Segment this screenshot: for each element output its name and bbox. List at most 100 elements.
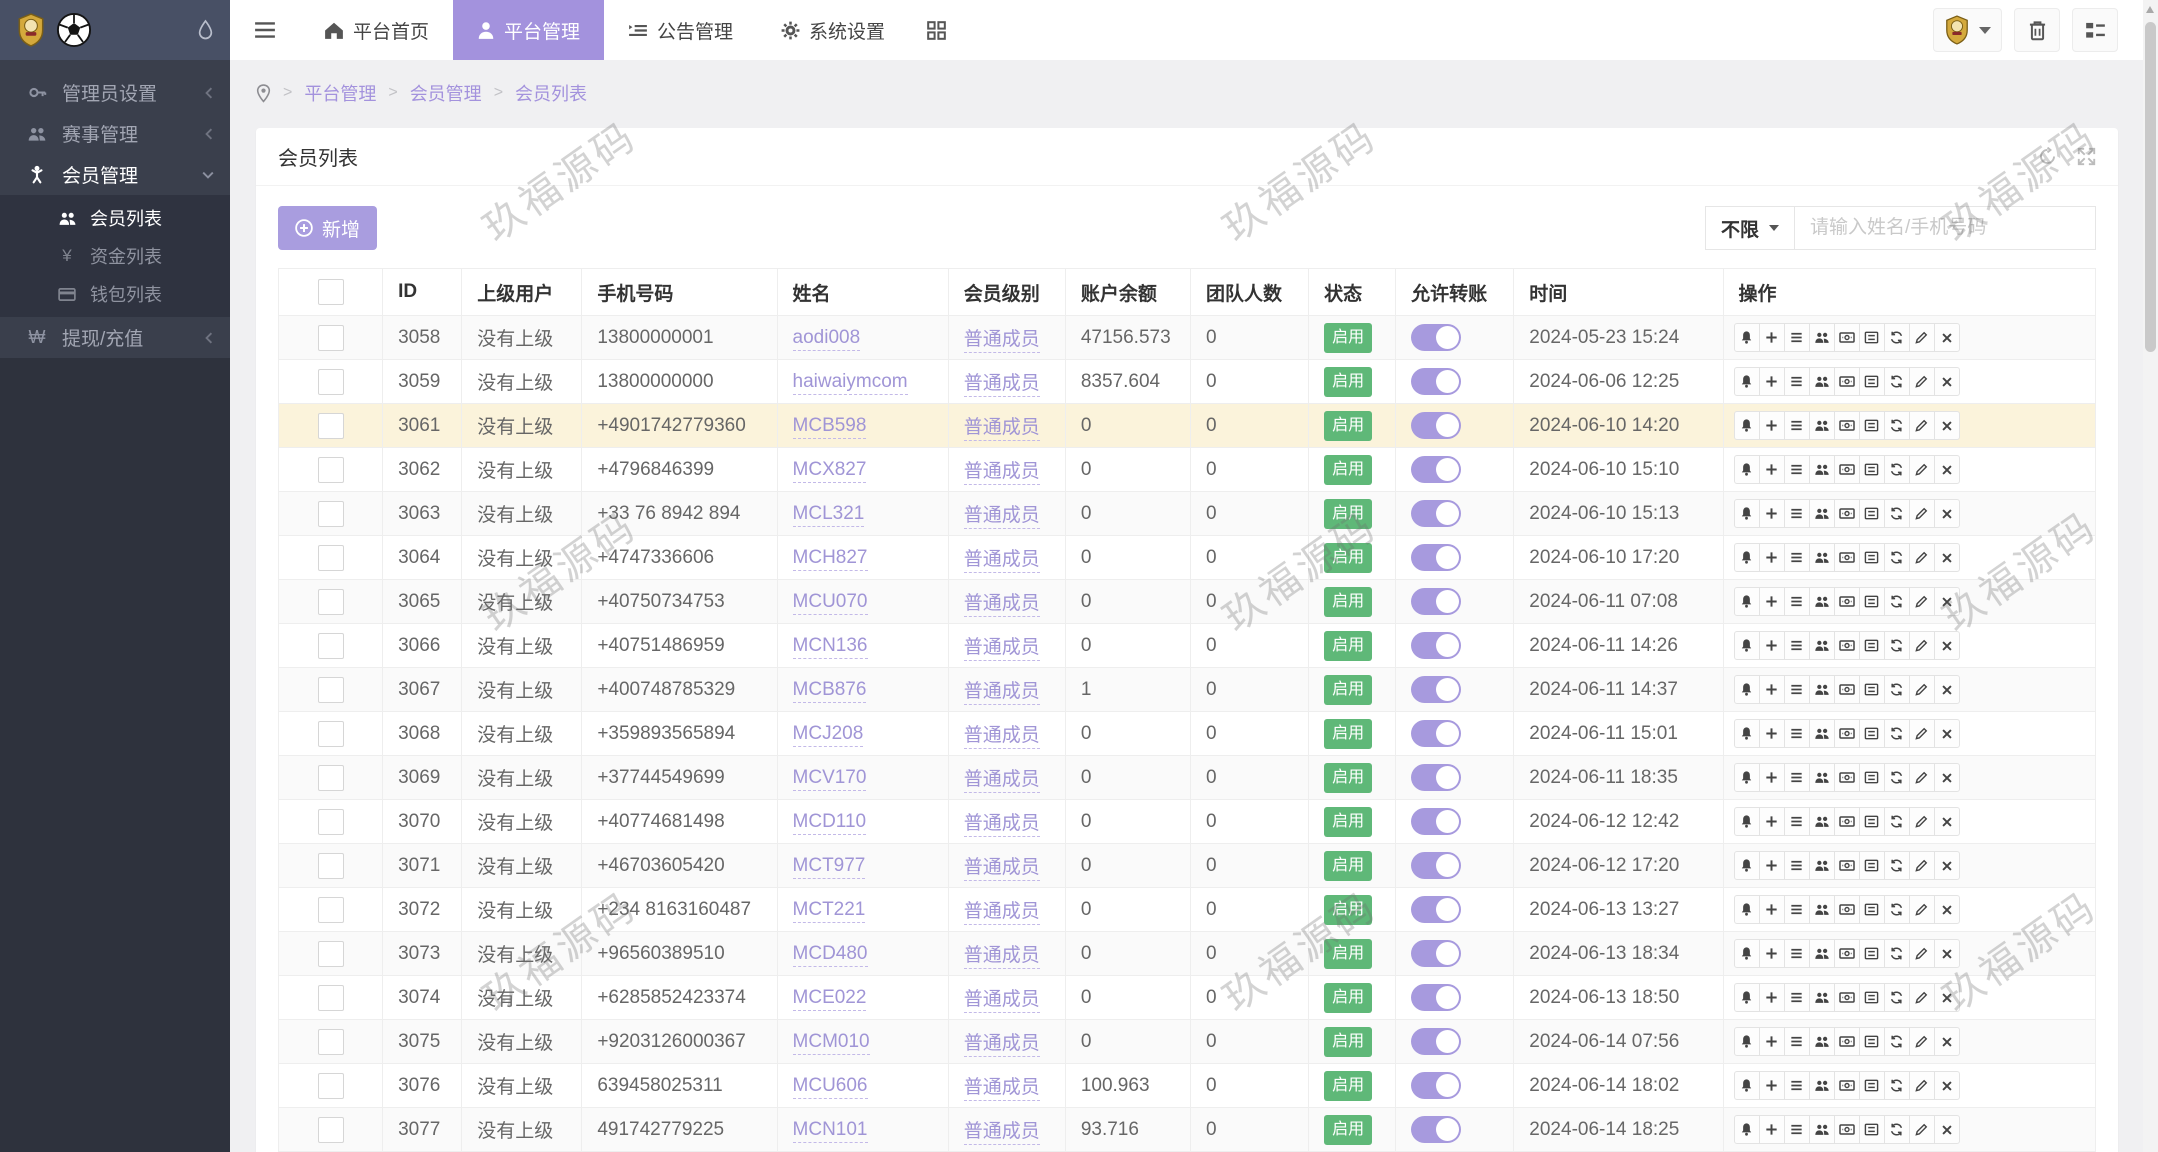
reset-button[interactable] [1884, 631, 1910, 660]
reset-button[interactable] [1884, 367, 1910, 396]
edit-button[interactable] [1909, 587, 1935, 616]
member-name-link[interactable]: MCD480 [793, 943, 868, 967]
notify-button[interactable] [1734, 411, 1760, 440]
member-name-link[interactable]: MCX827 [793, 459, 867, 483]
edit-button[interactable] [1909, 719, 1935, 748]
sidebar-item-withdraw-recharge[interactable]: ₩ 提现/充值 [0, 317, 230, 358]
add-sub-button[interactable] [1759, 587, 1785, 616]
refresh-icon[interactable] [2038, 147, 2057, 166]
detail-menu-button[interactable] [1784, 763, 1810, 792]
delete-button[interactable] [1934, 543, 1960, 572]
edit-button[interactable] [1909, 675, 1935, 704]
add-sub-button[interactable] [1759, 323, 1785, 352]
sidebar-item-event-management[interactable]: 赛事管理 [0, 113, 230, 154]
add-sub-button[interactable] [1759, 719, 1785, 748]
team-button[interactable] [1809, 1027, 1835, 1056]
reset-button[interactable] [1884, 499, 1910, 528]
notify-button[interactable] [1734, 851, 1760, 880]
row-checkbox[interactable] [318, 721, 344, 747]
transfer-toggle[interactable] [1411, 456, 1461, 483]
transfer-toggle[interactable] [1411, 940, 1461, 967]
member-name-link[interactable]: MCV170 [793, 767, 867, 791]
edit-button[interactable] [1909, 807, 1935, 836]
records-button[interactable] [1859, 983, 1885, 1012]
records-button[interactable] [1859, 675, 1885, 704]
transfer-toggle[interactable] [1411, 588, 1461, 615]
detail-menu-button[interactable] [1784, 1071, 1810, 1100]
delete-button[interactable] [1934, 1027, 1960, 1056]
row-checkbox[interactable] [318, 809, 344, 835]
member-name-link[interactable]: MCT977 [793, 855, 866, 879]
edit-button[interactable] [1909, 983, 1935, 1012]
member-name-link[interactable]: aodi008 [793, 327, 861, 351]
delete-button[interactable] [1934, 895, 1960, 924]
team-button[interactable] [1809, 763, 1835, 792]
reset-button[interactable] [1884, 675, 1910, 704]
detail-menu-button[interactable] [1784, 367, 1810, 396]
reset-button[interactable] [1884, 807, 1910, 836]
records-button[interactable] [1859, 631, 1885, 660]
delete-button[interactable] [1934, 587, 1960, 616]
member-name-link[interactable]: MCB876 [793, 679, 867, 703]
team-button[interactable] [1809, 675, 1835, 704]
detail-menu-button[interactable] [1784, 499, 1810, 528]
reset-button[interactable] [1884, 411, 1910, 440]
member-name-link[interactable]: MCE022 [793, 987, 867, 1011]
member-level-link[interactable]: 普通成员 [964, 901, 1040, 925]
row-checkbox[interactable] [318, 765, 344, 791]
transfer-toggle[interactable] [1411, 1072, 1461, 1099]
user-avatar-dropdown[interactable] [1933, 8, 2002, 52]
scrollbar-up-arrow[interactable] [2146, 6, 2154, 13]
member-level-link[interactable]: 普通成员 [964, 373, 1040, 397]
member-name-link[interactable]: MCT221 [793, 899, 866, 923]
reset-button[interactable] [1884, 939, 1910, 968]
notify-button[interactable] [1734, 807, 1760, 836]
row-checkbox[interactable] [318, 1029, 344, 1055]
add-sub-button[interactable] [1759, 763, 1785, 792]
transfer-toggle[interactable] [1411, 764, 1461, 791]
delete-button[interactable] [1934, 1115, 1960, 1144]
add-sub-button[interactable] [1759, 983, 1785, 1012]
balance-button[interactable] [1834, 587, 1860, 616]
detail-menu-button[interactable] [1784, 939, 1810, 968]
edit-button[interactable] [1909, 323, 1935, 352]
notify-button[interactable] [1734, 587, 1760, 616]
detail-menu-button[interactable] [1784, 807, 1810, 836]
edit-button[interactable] [1909, 455, 1935, 484]
add-sub-button[interactable] [1759, 455, 1785, 484]
notify-button[interactable] [1734, 895, 1760, 924]
reset-button[interactable] [1884, 719, 1910, 748]
member-name-link[interactable]: MCD110 [793, 811, 867, 835]
transfer-toggle[interactable] [1411, 808, 1461, 835]
member-level-link[interactable]: 普通成员 [964, 461, 1040, 485]
reset-button[interactable] [1884, 1115, 1910, 1144]
transfer-toggle[interactable] [1411, 852, 1461, 879]
records-button[interactable] [1859, 895, 1885, 924]
delete-button[interactable] [1934, 455, 1960, 484]
notify-button[interactable] [1734, 499, 1760, 528]
member-level-link[interactable]: 普通成员 [964, 1033, 1040, 1057]
nav-item-platform-management[interactable]: 平台管理 [453, 0, 604, 60]
records-button[interactable] [1859, 543, 1885, 572]
reset-button[interactable] [1884, 851, 1910, 880]
member-name-link[interactable]: MCJ208 [793, 723, 864, 747]
detail-menu-button[interactable] [1784, 1027, 1810, 1056]
notify-button[interactable] [1734, 763, 1760, 792]
team-button[interactable] [1809, 411, 1835, 440]
records-button[interactable] [1859, 367, 1885, 396]
transfer-toggle[interactable] [1411, 1116, 1461, 1143]
transfer-toggle[interactable] [1411, 896, 1461, 923]
reset-button[interactable] [1884, 543, 1910, 572]
nav-item-platform-home[interactable]: 平台首页 [300, 0, 453, 60]
transfer-toggle[interactable] [1411, 500, 1461, 527]
row-checkbox[interactable] [318, 633, 344, 659]
add-sub-button[interactable] [1759, 499, 1785, 528]
add-sub-button[interactable] [1759, 851, 1785, 880]
notify-button[interactable] [1734, 455, 1760, 484]
delete-button[interactable] [1934, 411, 1960, 440]
records-button[interactable] [1859, 807, 1885, 836]
scrollbar-thumb[interactable] [2145, 22, 2156, 352]
member-level-link[interactable]: 普通成员 [964, 593, 1040, 617]
delete-button[interactable] [1934, 719, 1960, 748]
edit-button[interactable] [1909, 543, 1935, 572]
